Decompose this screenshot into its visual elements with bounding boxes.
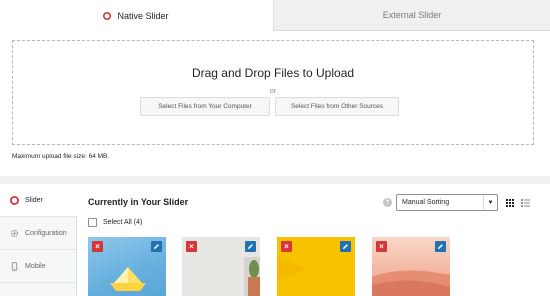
list-view-icon[interactable]: [521, 199, 530, 207]
edit-slide-button[interactable]: [151, 241, 162, 252]
side-nav-item-configuration[interactable]: Configuration: [0, 217, 77, 250]
side-nav-item-more[interactable]: [0, 283, 77, 296]
upload-panel: Native Slider External Slider Drag and D…: [0, 0, 550, 176]
delete-slide-button[interactable]: ×: [376, 241, 387, 252]
pencil-icon: [438, 244, 443, 249]
lifebuoy-icon: [103, 11, 112, 20]
pencil-icon: [248, 244, 253, 249]
current-slides-title: Currently in Your Slider: [88, 197, 189, 207]
edit-slide-button[interactable]: [340, 241, 351, 252]
gear-icon: [10, 229, 19, 237]
chevron-down-icon: ▼: [483, 195, 497, 210]
side-nav-item-label: Mobile: [25, 262, 46, 270]
select-all-checkbox[interactable]: [88, 218, 97, 227]
side-nav-item-slider[interactable]: Slider: [0, 184, 77, 217]
side-nav-item-label: Configuration: [25, 229, 67, 237]
pencil-icon: [154, 244, 159, 249]
select-all-label: Select All (4): [103, 219, 143, 226]
sorting-select[interactable]: Manual Sorting ▼: [396, 194, 498, 211]
drop-zone-or: or: [269, 88, 277, 95]
slide-thumbnail[interactable]: ×: [182, 237, 260, 296]
pencil-icon: [343, 244, 348, 249]
edit-slide-button[interactable]: [435, 241, 446, 252]
delete-slide-button[interactable]: ×: [281, 241, 292, 252]
tab-native-slider[interactable]: Native Slider: [0, 0, 272, 31]
delete-slide-button[interactable]: ×: [92, 241, 103, 252]
tab-native-slider-label: Native Slider: [117, 10, 169, 21]
max-upload-size-note: Maximum upload file size: 64 MB.: [12, 153, 110, 160]
tab-external-slider-label: External Slider: [382, 10, 442, 20]
slide-thumbnail[interactable]: ×: [372, 237, 450, 296]
slide-thumbnail[interactable]: ×: [88, 237, 166, 296]
slider-panel: Slider Configuration Mobile Currently in…: [0, 184, 550, 296]
mobile-icon: [11, 261, 18, 271]
slide-thumbnail[interactable]: ×: [277, 237, 355, 296]
lifebuoy-icon: [10, 195, 19, 205]
select-files-computer-button[interactable]: Select Files from Your Computer: [140, 97, 270, 116]
edit-slide-button[interactable]: [245, 241, 256, 252]
grid-view-icon[interactable]: [506, 199, 514, 207]
tab-external-slider[interactable]: External Slider: [273, 0, 550, 31]
delete-slide-button[interactable]: ×: [186, 241, 197, 252]
sorting-select-value: Manual Sorting: [402, 199, 450, 206]
side-nav: Slider Configuration Mobile: [0, 184, 77, 296]
side-nav-item-label: Slider: [25, 196, 43, 204]
drop-zone[interactable]: Drag and Drop Files to Upload or Select …: [12, 40, 534, 145]
slider-type-tabs: Native Slider External Slider: [0, 0, 550, 31]
select-all[interactable]: Select All (4): [88, 218, 142, 227]
select-files-other-sources-button[interactable]: Select Files from Other Sources: [275, 97, 399, 116]
help-icon[interactable]: ?: [383, 198, 392, 207]
side-nav-item-mobile[interactable]: Mobile: [0, 250, 77, 283]
drop-zone-title: Drag and Drop Files to Upload: [191, 66, 355, 80]
